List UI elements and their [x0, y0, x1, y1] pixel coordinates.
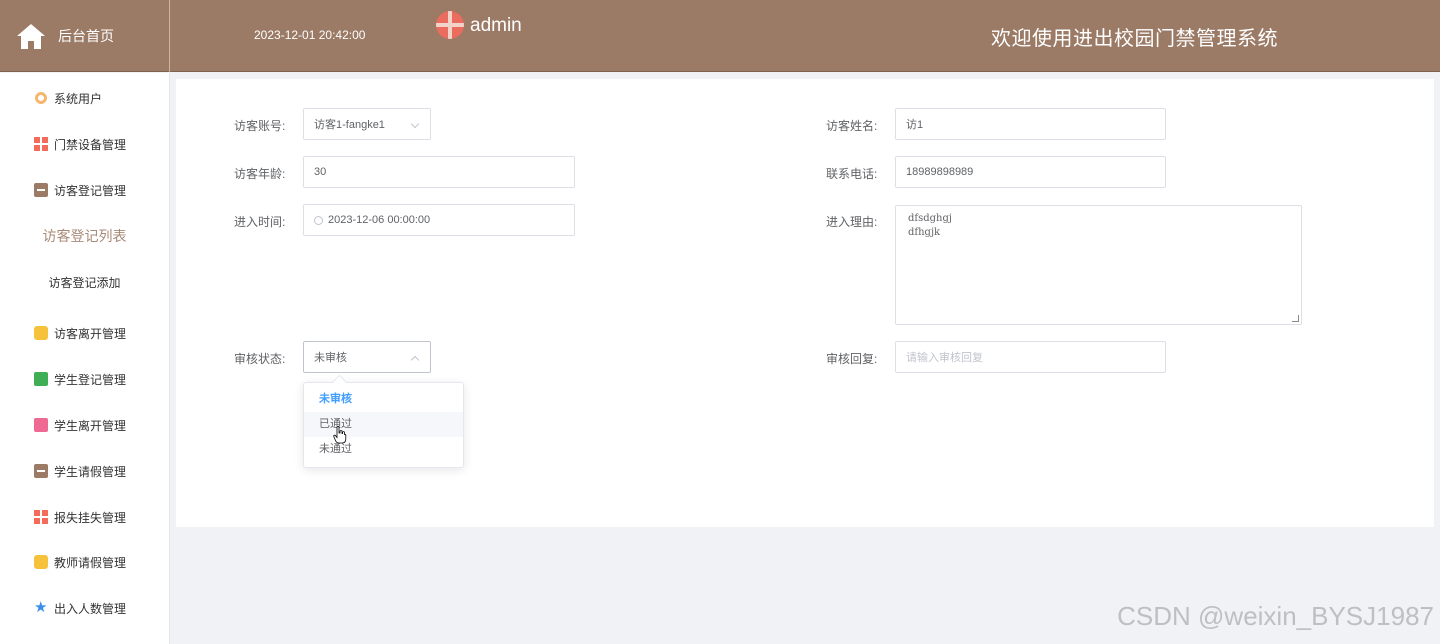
sidebar-item-label: 门禁设备管理: [54, 137, 127, 152]
system-title: 欢迎使用进出校园门禁管理系统: [991, 28, 1278, 50]
sidebar-subitem-visitor-add[interactable]: 访客登记添加: [0, 267, 169, 297]
gear-icon: [34, 91, 48, 105]
grid-icon: [34, 137, 48, 151]
sidebar-item-label: 访客离开管理: [54, 326, 127, 341]
visitor-name-label: 访客姓名:: [826, 119, 878, 133]
review-reply-input[interactable]: 请输入审核回复: [895, 341, 1166, 373]
phone-label: 联系电话:: [826, 167, 878, 181]
resize-handle[interactable]: [1292, 315, 1299, 322]
sidebar-item-teacher-absence[interactable]: 教师请假管理: [0, 547, 169, 577]
sidebar-item-label: 学生离开管理: [54, 418, 127, 433]
sidebar-item-label: 系统用户: [54, 91, 103, 106]
entry-reason-textarea[interactable]: dfsdghgj dfhgjk: [895, 205, 1302, 325]
sidebar-item-label: 报失挂失管理: [54, 510, 127, 525]
sidebar-item-label: 学生登记管理: [54, 372, 127, 387]
home-link[interactable]: 后台首页: [0, 0, 170, 72]
entry-reason-line: dfsdghgj: [908, 213, 952, 224]
phone-value: 18989898989: [906, 166, 974, 178]
sidebar-item-label: 学生请假管理: [54, 464, 127, 479]
review-reply-placeholder: 请输入审核回复: [906, 352, 983, 364]
option-pending[interactable]: 未审核: [304, 387, 463, 412]
hand-cursor-icon: [333, 426, 347, 444]
avatar[interactable]: [436, 11, 464, 39]
review-status-dropdown: 未审核 已通过 未通过: [303, 382, 464, 468]
entry-time-picker[interactable]: 2023-12-06 00:00:00: [303, 204, 575, 236]
sidebar-item-label: 访客登记添加: [48, 275, 121, 290]
bag-icon: [34, 418, 48, 432]
sidebar-subitem-visitor-list[interactable]: 访客登记列表: [0, 221, 169, 251]
visitor-account-select[interactable]: 访客1-fangke1: [303, 108, 431, 140]
sidebar: 系统用户 门禁设备管理 访客登记管理 访客登记列表 访客登记添加 访客离开管理 …: [0, 73, 170, 644]
sidebar-item-label: 教师请假管理: [54, 555, 127, 570]
sidebar-item-visitor-leave[interactable]: 访客离开管理: [0, 318, 169, 348]
home-label: 后台首页: [58, 28, 114, 44]
option-rejected[interactable]: 未通过: [304, 437, 463, 462]
box-icon: [34, 183, 48, 197]
cube-icon: [34, 326, 48, 340]
grid-icon: [34, 510, 48, 524]
sidebar-item-student-leave[interactable]: 学生离开管理: [0, 410, 169, 440]
visitor-account-label: 访客账号:: [234, 119, 286, 133]
review-status-value: 未审核: [314, 352, 347, 364]
sidebar-item-access-device[interactable]: 门禁设备管理: [0, 129, 169, 159]
sidebar-item-entry-count[interactable]: ★ 出入人数管理: [0, 593, 169, 623]
watermark: CSDN @weixin_BYSJ1987: [1117, 601, 1434, 631]
entry-reason-line: dfhgjk: [908, 227, 941, 238]
home-icon: [16, 22, 46, 50]
sidebar-item-student-absence[interactable]: 学生请假管理: [0, 456, 169, 486]
phone-input[interactable]: 18989898989: [895, 156, 1166, 188]
visitor-name-input[interactable]: 访1: [895, 108, 1166, 140]
current-datetime: 2023-12-01 20:42:00: [254, 28, 366, 42]
top-header: 后台首页 2023-12-01 20:42:00 admin 欢迎使用进出校园门…: [0, 0, 1440, 72]
star-icon: ★: [34, 599, 48, 616]
chat-icon: [34, 372, 48, 386]
entry-time-label: 进入时间:: [234, 215, 286, 229]
visitor-age-value: 30: [314, 166, 327, 178]
review-status-select[interactable]: 未审核: [303, 341, 431, 373]
sidebar-item-system-users[interactable]: 系统用户: [0, 83, 169, 113]
sidebar-item-label: 访客登记管理: [54, 183, 127, 198]
clock-icon: [314, 215, 323, 225]
entry-time-value: 2023-12-06 00:00:00: [328, 214, 431, 226]
sidebar-item-label: 出入人数管理: [54, 601, 127, 616]
sidebar-item-lost-report[interactable]: 报失挂失管理: [0, 502, 169, 532]
review-status-label: 审核状态:: [234, 352, 286, 366]
visitor-age-label: 访客年龄:: [234, 167, 286, 181]
sidebar-item-visitor-registration[interactable]: 访客登记管理: [0, 175, 169, 205]
chevron-up-icon: [410, 355, 420, 365]
option-approved[interactable]: 已通过: [304, 412, 463, 437]
box-icon: [34, 464, 48, 478]
cube-icon: [34, 555, 48, 569]
visitor-name-value: 访1: [906, 119, 924, 131]
sidebar-item-label: 访客登记列表: [42, 228, 127, 244]
chevron-down-icon: [410, 119, 420, 129]
visitor-age-input[interactable]: 30: [303, 156, 575, 188]
entry-reason-label: 进入理由:: [826, 215, 878, 229]
username[interactable]: admin: [470, 15, 522, 37]
visitor-account-value: 访客1-fangke1: [314, 119, 385, 131]
review-reply-label: 审核回复:: [826, 352, 878, 366]
sidebar-item-student-registration[interactable]: 学生登记管理: [0, 364, 169, 394]
